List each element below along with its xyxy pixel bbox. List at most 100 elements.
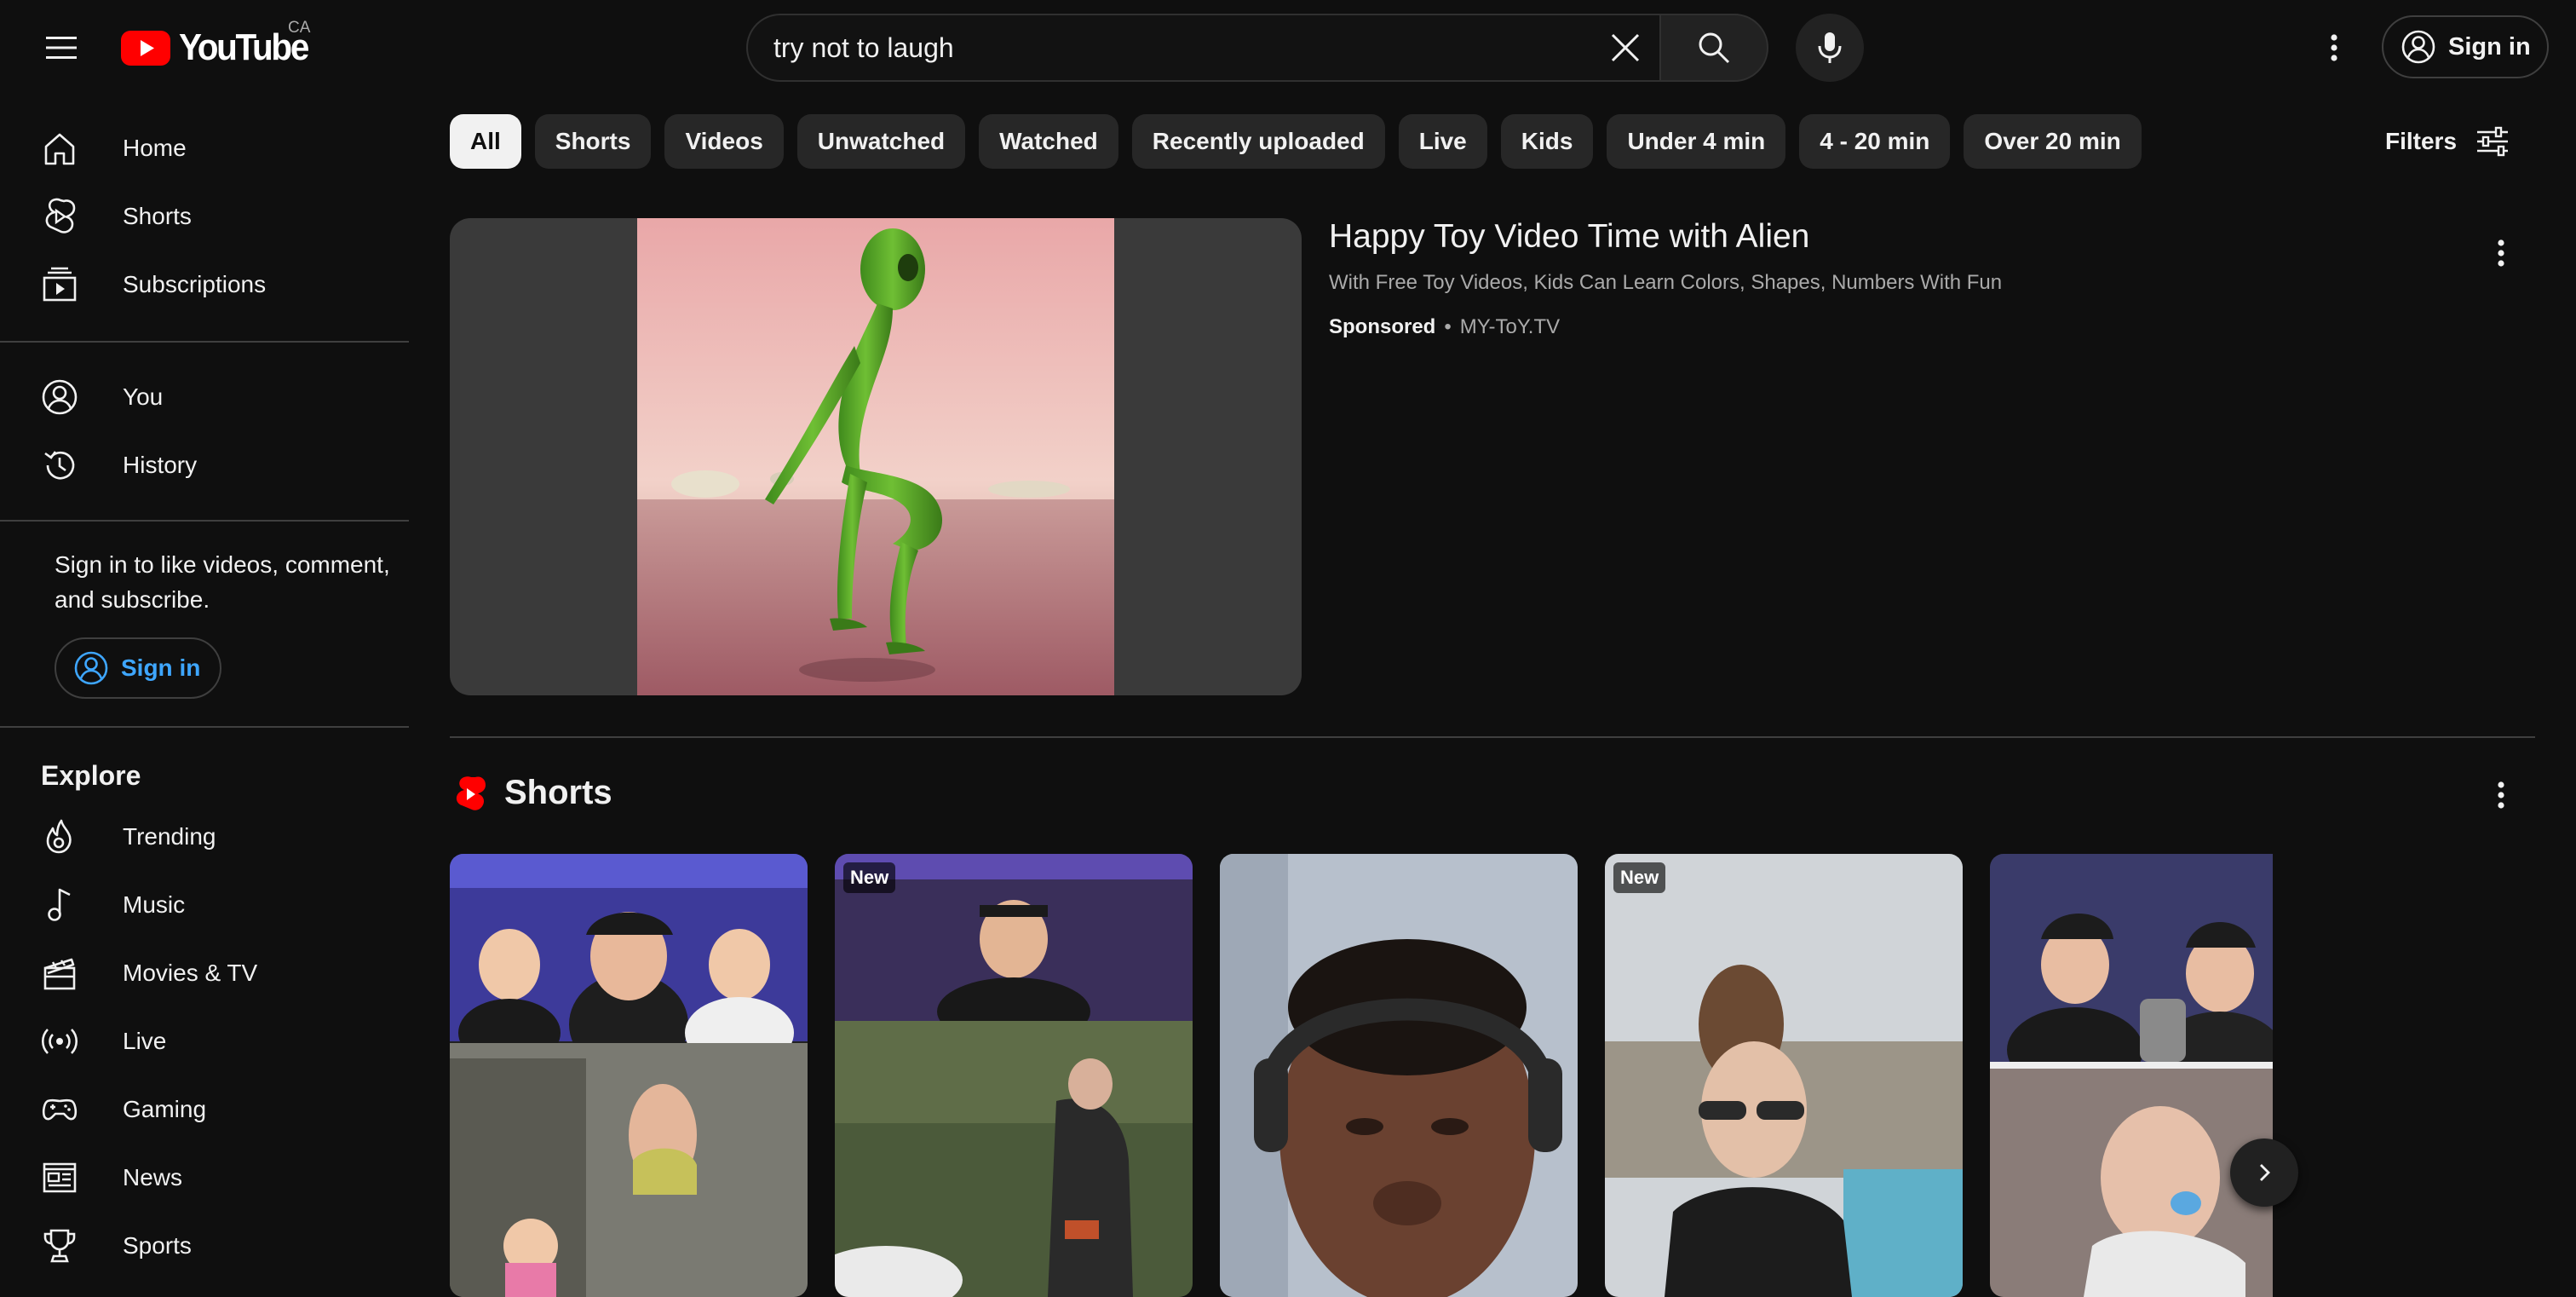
header-sign-in-label: Sign in (2448, 32, 2531, 61)
more-vertical-icon (2498, 781, 2504, 809)
region-code: CA (288, 19, 311, 37)
sidebar-item-label: News (123, 1164, 183, 1190)
account-circle-icon (41, 378, 78, 416)
microphone-icon (1818, 32, 1842, 63)
sidebar-item-home[interactable]: Home (0, 114, 409, 182)
short-card[interactable]: New (1605, 854, 1963, 1297)
sidebar-item-history[interactable]: History (0, 431, 409, 499)
short-card[interactable] (1990, 854, 2273, 1297)
history-icon (41, 447, 78, 484)
sidebar-divider (0, 726, 409, 728)
sidebar-item-label: Music (123, 891, 186, 918)
short-thumbnail-image (1220, 854, 1578, 1297)
short-thumbnail-image (1990, 854, 2273, 1297)
sidebar-item-label: Home (123, 135, 187, 161)
live-icon (41, 1023, 78, 1060)
chevron-right-icon (2260, 1164, 2270, 1181)
music-icon (41, 886, 78, 924)
ad-thumbnail-image (637, 218, 1114, 695)
explore-heading: Explore (41, 760, 141, 791)
chip-all[interactable]: All (450, 114, 521, 169)
clear-search-button[interactable] (1601, 24, 1649, 72)
close-icon (1611, 33, 1640, 62)
movies-icon (41, 954, 78, 992)
ad-thumbnail[interactable] (450, 218, 1302, 695)
sidebar-item-label: Subscriptions (123, 271, 267, 297)
shorts-more-actions-button[interactable] (2482, 774, 2520, 816)
sidebar-item-subscriptions[interactable]: Subscriptions (0, 251, 409, 319)
short-card[interactable] (450, 854, 808, 1297)
shorts-logo-icon (453, 775, 487, 815)
chip-4-20-min[interactable]: 4 - 20 min (1799, 114, 1951, 169)
sidebar-divider (0, 341, 409, 343)
ad-channel-link[interactable]: MY-ToY.TV (1460, 315, 1560, 339)
short-thumbnail-image (835, 854, 1193, 1297)
trending-icon (41, 818, 78, 856)
sidebar-item-label: Gaming (123, 1096, 207, 1122)
sponsored-label: Sponsored (1329, 315, 1436, 338)
ad-title[interactable]: Happy Toy Video Time with Alien (1329, 218, 1809, 256)
sidebar-item-label: History (123, 452, 198, 478)
new-badge: New (1613, 862, 1666, 893)
chip-under-4-min[interactable]: Under 4 min (1607, 114, 1786, 169)
shorts-shelf-title: Shorts (504, 774, 612, 811)
sidebar-divider (0, 520, 409, 522)
chip-over-20-min[interactable]: Over 20 min (1964, 114, 2142, 169)
search-input[interactable] (773, 27, 1583, 68)
filters-label: Filters (2385, 128, 2458, 154)
short-thumbnail-image (450, 854, 808, 1297)
voice-search-button[interactable] (1796, 14, 1864, 82)
more-vertical-icon (2498, 239, 2504, 267)
sidebar-item-movies-tv[interactable]: Movies & TV (0, 939, 409, 1007)
sidebar-item-you[interactable]: You (0, 363, 409, 431)
chip-videos[interactable]: Videos (664, 114, 784, 169)
sidebar-item-live[interactable]: Live (0, 1007, 409, 1075)
chip-shorts[interactable]: Shorts (534, 114, 652, 169)
sliders-icon (2477, 126, 2509, 157)
meta-separator: • (1444, 315, 1452, 338)
settings-more-button[interactable] (2312, 26, 2356, 70)
sidebar-item-sports[interactable]: Sports (0, 1212, 409, 1280)
sidebar-item-news[interactable]: News (0, 1144, 409, 1212)
shorts-next-button[interactable] (2230, 1138, 2298, 1207)
header-sign-in-button[interactable]: Sign in (2382, 15, 2549, 78)
account-circle-icon (74, 651, 108, 685)
search-button[interactable] (1659, 14, 1768, 82)
sidebar-item-music[interactable]: Music (0, 871, 409, 939)
shorts-icon (41, 198, 78, 235)
filters-button[interactable]: Filters (2385, 114, 2510, 169)
short-card[interactable]: New (835, 854, 1193, 1297)
chip-live[interactable]: Live (1398, 114, 1487, 169)
sidebar-item-gaming[interactable]: Gaming (0, 1075, 409, 1144)
sidebar-sign-in-label: Sign in (121, 654, 201, 681)
news-icon (41, 1159, 78, 1196)
chip-unwatched[interactable]: Unwatched (796, 114, 966, 169)
chip-recently-uploaded[interactable]: Recently uploaded (1131, 114, 1385, 169)
search-icon (1699, 32, 1730, 64)
sidebar-sign-in-button[interactable]: Sign in (55, 637, 221, 699)
sidebar-item-trending[interactable]: Trending (0, 803, 409, 871)
chip-watched[interactable]: Watched (979, 114, 1118, 169)
section-divider (450, 736, 2535, 738)
menu-button[interactable] (39, 26, 83, 70)
trophy-icon (41, 1227, 78, 1265)
home-icon (41, 130, 78, 167)
sidebar-item-label: Shorts (123, 203, 192, 229)
sidebar-item-label: You (123, 383, 164, 410)
sidebar-item-label: Trending (123, 823, 216, 850)
short-thumbnail-image (1605, 854, 1963, 1297)
filter-chips-bar: All Shorts Videos Unwatched Watched Rece… (450, 114, 2142, 169)
sidebar-item-label: Sports (123, 1232, 192, 1259)
ad-meta: Sponsored • MY-ToY.TV (1329, 315, 1560, 339)
sign-in-prompt-text: Sign in to like videos, comment, and sub… (55, 551, 390, 613)
sidebar-item-label: Movies & TV (123, 960, 258, 986)
sidebar-item-shorts[interactable]: Shorts (0, 182, 409, 251)
account-circle-icon (2401, 30, 2435, 64)
new-badge: New (843, 862, 896, 893)
ad-more-actions-button[interactable] (2482, 232, 2520, 274)
ad-description: With Free Toy Videos, Kids Can Learn Col… (1329, 271, 2003, 294)
chip-kids[interactable]: Kids (1500, 114, 1594, 169)
youtube-play-logo-icon (121, 30, 170, 66)
short-card[interactable] (1220, 854, 1578, 1297)
sidebar-item-label: Live (123, 1028, 167, 1054)
